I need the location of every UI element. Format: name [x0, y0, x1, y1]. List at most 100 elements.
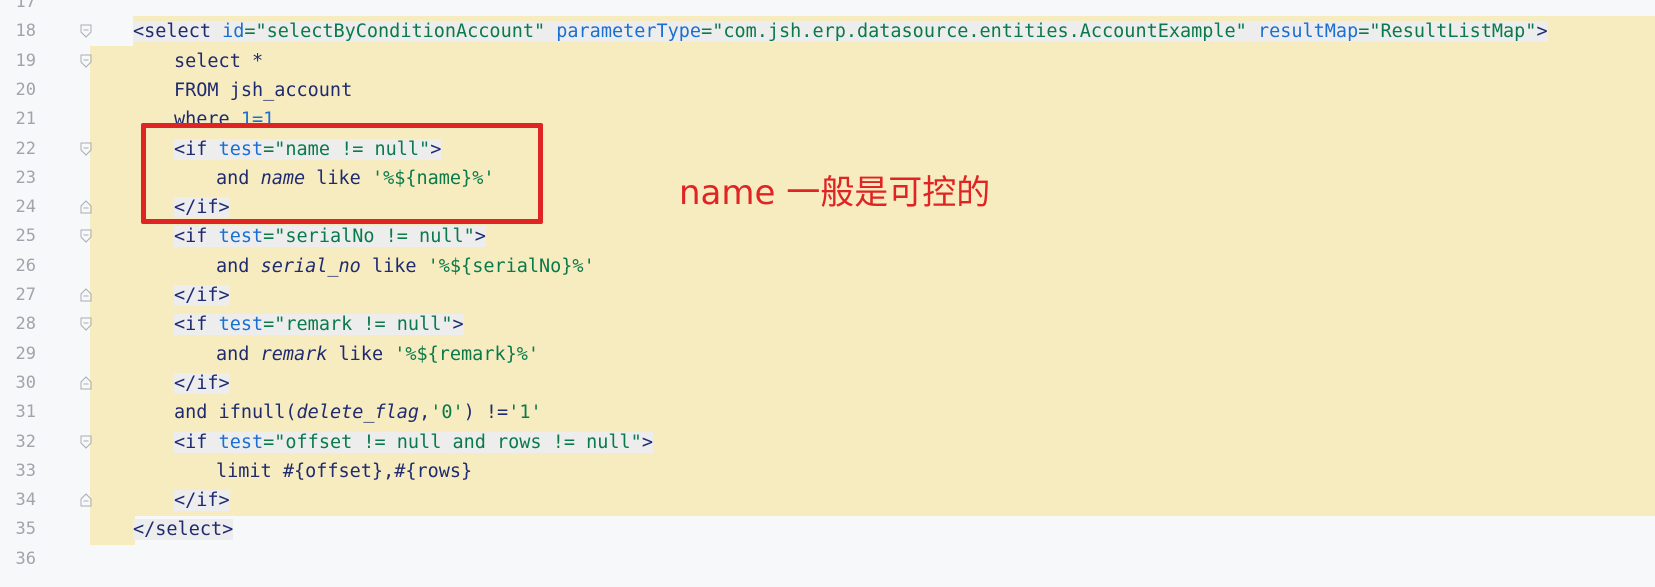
code-token: </if> [174, 372, 230, 394]
line-code: select * [174, 46, 263, 77]
code-token: <if [174, 431, 219, 453]
line-number: 17 [15, 0, 36, 12]
code-token: > [641, 431, 653, 453]
code-token: ="offset != null and rows != null" [263, 431, 642, 453]
code-line[interactable]: 31 and ifnull(delete_flag,'0') !='1' [0, 397, 1655, 429]
code-line[interactable]: 34 </if> [0, 485, 1655, 517]
code-token: id [222, 21, 245, 43]
code-token: '0' [430, 402, 464, 424]
annotation-highlight-box [141, 123, 543, 224]
code-line[interactable]: 17 [0, 0, 1655, 18]
code-line[interactable]: 28 <if test="remark != null"> [0, 309, 1655, 341]
fold-open-icon[interactable] [80, 54, 92, 68]
fold-close-icon[interactable] [80, 200, 92, 214]
line-highlight [90, 280, 1655, 311]
fold-open-icon[interactable] [80, 142, 92, 156]
code-line[interactable]: 33 limit #{offset},#{rows} [0, 455, 1655, 487]
fold-open-icon[interactable] [80, 317, 92, 332]
line-number: 24 [15, 197, 36, 218]
code-token: ="selectByConditionAccount" [244, 21, 557, 43]
code-token: '%${serialNo}%' [427, 255, 595, 277]
code-token: test [218, 226, 264, 248]
code-line[interactable]: 20 FROM jsh_account [0, 74, 1655, 106]
code-line[interactable]: 36 [0, 544, 1655, 575]
line-number: 33 [15, 460, 36, 481]
code-token: , [419, 402, 431, 424]
line-code: limit #{offset},#{rows} [216, 456, 472, 487]
code-token: </if> [174, 490, 230, 512]
code-token: like [360, 255, 428, 277]
line-number: 20 [15, 79, 36, 100]
line-code: </if> [174, 368, 230, 399]
line-number: 31 [15, 402, 36, 423]
line-code: and remark like '%${remark}%' [216, 339, 539, 370]
code-token: ="remark != null" [263, 314, 453, 336]
line-highlight [90, 514, 135, 546]
code-token: <select [133, 21, 223, 43]
code-token: serial_no [260, 255, 361, 277]
code-line[interactable]: 30 </if> [0, 367, 1655, 399]
fold-close-icon[interactable] [80, 288, 92, 302]
code-token: limit #{offset},#{rows} [216, 460, 473, 482]
line-code: FROM jsh_account [174, 75, 352, 106]
line-number: 36 [15, 548, 36, 569]
code-line[interactable]: 26 and serial_no like '%${serialNo}%' [0, 250, 1655, 282]
line-code: </if> [174, 280, 230, 311]
code-token: '1' [508, 402, 542, 424]
code-token: > [1536, 21, 1548, 43]
code-token: test [218, 431, 264, 453]
line-code: </select> [133, 514, 234, 545]
code-token: > [452, 314, 464, 336]
code-line[interactable]: 29 and remark like '%${remark}%' [0, 338, 1655, 370]
line-number: 32 [15, 431, 36, 452]
code-line[interactable]: 35 </select> [0, 514, 1655, 546]
code-token: delete_flag [296, 402, 420, 424]
line-code: and ifnull(delete_flag,'0') !='1' [174, 397, 542, 428]
line-number: 30 [15, 372, 36, 393]
code-token: > [474, 226, 486, 248]
code-token: select * [174, 50, 264, 72]
fold-close-icon[interactable] [80, 493, 92, 507]
fold-open-icon[interactable] [80, 435, 92, 449]
line-number: 34 [15, 490, 36, 511]
code-editor[interactable]: 17 18 <select id="selectByConditionAccount… [0, 0, 1655, 587]
code-token: and [216, 255, 261, 277]
code-line[interactable]: 19 select * [0, 45, 1655, 77]
fold-open-icon[interactable] [80, 24, 92, 39]
code-token: ="com.jsh.erp.datasource.entities.Accoun… [701, 21, 1258, 43]
line-code: <if test="remark != null"> [174, 309, 464, 340]
code-token: and [216, 343, 261, 365]
code-line[interactable]: 32 <if test="offset != null and rows != n… [0, 426, 1655, 458]
fold-close-icon[interactable] [80, 376, 92, 390]
line-code: <if test="offset != null and rows != nul… [174, 427, 653, 458]
fold-open-icon[interactable] [80, 229, 92, 244]
code-token: like [327, 343, 395, 365]
line-number: 18 [15, 21, 36, 42]
code-token: ="ResultListMap" [1358, 21, 1537, 43]
line-number: 22 [15, 138, 36, 159]
line-code: and serial_no like '%${serialNo}%' [216, 251, 595, 282]
annotation-text: name 一般是可控的 [679, 173, 991, 213]
code-line[interactable]: 27 </if> [0, 280, 1655, 311]
line-highlight [90, 367, 1655, 399]
line-code: <select id="selectByConditionAccount" pa… [133, 16, 1548, 47]
code-token: </if> [174, 285, 230, 306]
line-code: </if> [174, 485, 230, 516]
line-code: <if test="serialNo != null"> [174, 221, 486, 252]
code-line[interactable]: 25 <if test="serialNo != null"> [0, 221, 1655, 253]
line-highlight [90, 45, 1655, 77]
line-number: 21 [15, 109, 36, 130]
line-number: 23 [15, 167, 36, 188]
code-line[interactable]: 18 <select id="selectByConditionAccount" … [0, 16, 1655, 48]
code-token: FROM jsh_account [174, 79, 353, 101]
code-token: </select> [133, 519, 234, 541]
code-token: resultMap [1257, 21, 1359, 43]
code-token: parameterType [556, 21, 702, 43]
line-number: 19 [15, 50, 36, 71]
code-token: <if [174, 226, 219, 248]
code-token: ="serialNo != null" [263, 226, 475, 248]
line-number: 26 [15, 255, 36, 276]
code-token: <if [174, 314, 219, 336]
code-token: and ifnull( [174, 402, 297, 424]
code-token: ) != [463, 402, 509, 424]
